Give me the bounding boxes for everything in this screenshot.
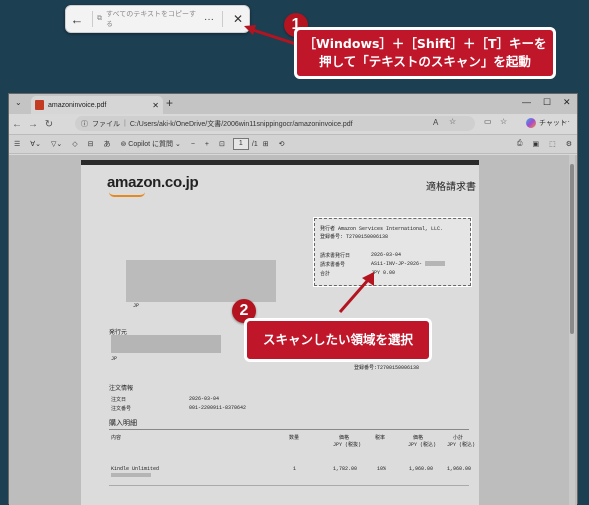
items-divider [109, 429, 469, 430]
invoice-number-redacted [425, 261, 445, 266]
callout-2-text: スキャンしたい領域を選択 [244, 318, 432, 362]
highlight-icon[interactable]: ▽⌄ [46, 140, 67, 148]
pdf-file-icon [35, 100, 44, 110]
copilot-ask-label: Copilot に質問 [128, 141, 173, 148]
total-label: 合計 [320, 271, 331, 277]
callout-2-arrow [338, 272, 374, 313]
new-tab-icon[interactable]: + [166, 96, 173, 110]
collections-icon[interactable]: ☆ [500, 117, 507, 126]
col-header-rate: 税率 [375, 435, 386, 441]
pdf-toolbar: ☰ ∀⌄ ▽⌄ ◇ ⊟ あ ⊚ Copilot に質問 ⌄ − + ⊡ 1 /1… [9, 134, 577, 154]
forward-icon[interactable]: → [25, 119, 41, 130]
scrollbar-thumb[interactable] [570, 164, 574, 334]
callout-1-text: ［Windows］＋［Shift］＋［T］キーを押して「テキストのスキャン」を起… [294, 27, 556, 79]
page-view-icon[interactable]: ⊞ [258, 140, 274, 148]
save-icon[interactable]: ▣ [527, 140, 544, 148]
issue-date-label: 請求書発行日 [320, 253, 351, 259]
window-close-icon[interactable]: ✕ [563, 97, 571, 108]
toolbar-divider [92, 11, 93, 27]
minimize-icon[interactable]: — [522, 97, 531, 107]
copy-icon: ⧉ [97, 15, 102, 22]
read-aloud-icon[interactable]: A [433, 118, 438, 127]
fit-page-icon[interactable]: ⊡ [214, 140, 230, 148]
invoice-number: AS11-INV-JP-2026- [371, 261, 423, 267]
copy-all-text-label: すべてのテキストをコピーする [106, 11, 197, 28]
split-screen-icon[interactable]: ▭ [484, 117, 492, 126]
info-icon: ⓘ [81, 120, 88, 128]
order-number: 001-2200911-8370642 [189, 405, 247, 411]
item-price-tax: 1,960.00 [409, 466, 434, 472]
print-icon[interactable]: ⎙ [512, 140, 528, 148]
col-header-price-tax: 価格 [413, 435, 424, 441]
translate-icon[interactable]: あ [98, 139, 115, 149]
rotate-icon[interactable]: ⟲ [274, 140, 290, 148]
registration-line: 登録番号: T2700150006138 [320, 234, 389, 240]
tab-amazoninvoice[interactable]: amazoninvoice.pdf ✕ [31, 96, 163, 114]
recipient-address-redacted [126, 260, 276, 302]
col-sub-price: JPY (税抜) [333, 442, 362, 448]
col-header-qty: 数量 [289, 435, 300, 441]
issuer-line: 発行者 Amazon Services International, LLC. [320, 226, 444, 232]
copilot-chat-button[interactable]: チャット [526, 118, 567, 128]
item-qty: 1 [293, 466, 297, 472]
contents-icon[interactable]: ☰ [9, 140, 25, 148]
order-date: 2026-03-04 [189, 396, 220, 402]
zoom-in-icon[interactable]: + [200, 141, 214, 148]
col-header-content: 内容 [111, 435, 122, 441]
copilot-ask-button[interactable]: ⊚ Copilot に質問 ⌄ [115, 139, 185, 149]
item-detail-redacted [111, 473, 151, 477]
tab-strip: ⌄ amazoninvoice.pdf ✕ + — ☐ ✕ [9, 94, 577, 114]
save-as-icon[interactable]: ⬚ [544, 140, 561, 148]
copy-all-text-button[interactable]: ⧉ すべてのテキストをコピーする [97, 9, 200, 29]
refresh-icon[interactable]: ↻ [41, 119, 57, 130]
browser-window: ⌄ amazoninvoice.pdf ✕ + — ☐ ✕ ← → ↻ ⓘ ファ… [8, 93, 578, 505]
item-rate: 10% [377, 466, 387, 472]
issue-date: 2026-03-04 [371, 252, 402, 258]
erase-icon[interactable]: ◇ [67, 140, 82, 148]
tab-close-icon[interactable]: ✕ [152, 101, 159, 110]
item-subtotal: 1,960.00 [447, 466, 472, 472]
toolbar-divider [222, 11, 223, 27]
document-title: 適格請求書 [426, 182, 476, 193]
amazon-logo: amazon.co.jp [107, 174, 199, 191]
order-info-heading: 注文情報 [109, 385, 134, 392]
settings-more-icon[interactable]: ··· [562, 117, 570, 126]
row-divider [109, 485, 469, 486]
registration-number-2: 登録番号:T2700150006138 [354, 365, 420, 371]
col-header-price: 価格 [339, 435, 350, 441]
page-number-input[interactable]: 1 [232, 138, 249, 150]
page-header-bar [81, 160, 479, 165]
order-number-label: 注文番号 [111, 406, 132, 412]
more-options-icon[interactable]: ··· [200, 14, 218, 25]
text-scan-toolbar: ← ⧉ すべてのテキストをコピーする ··· ✕ [65, 5, 250, 33]
item-price: 1,782.00 [333, 466, 358, 472]
address-bar[interactable]: ⓘ ファイル | C:/Users/aki-k/OneDrive/文書/2006… [75, 116, 475, 131]
back-icon[interactable]: ← [9, 119, 25, 130]
draw-icon[interactable]: ∀⌄ [25, 140, 46, 148]
invoice-number-label: 請求書番号 [320, 262, 346, 268]
col-header-subtotal: 小計 [453, 435, 464, 441]
order-date-label: 注文日 [111, 397, 127, 403]
tab-menu-chevron-icon[interactable]: ⌄ [15, 98, 22, 107]
add-text-icon[interactable]: ⊟ [83, 140, 99, 148]
maximize-icon[interactable]: ☐ [543, 97, 551, 108]
issuer-address-redacted [111, 335, 221, 353]
amazon-smile-logo [109, 192, 145, 197]
address-prefix: ファイル [92, 120, 120, 128]
address-text: C:/Users/aki-k/OneDrive/文書/2006win11snip… [129, 120, 353, 128]
items-heading: 購入明細 [109, 420, 137, 428]
address-divider: | [124, 120, 126, 127]
col-sub-price-tax: JPY (税込) [408, 442, 437, 448]
copilot-icon [526, 118, 536, 128]
back-arrow-icon[interactable]: ← [66, 12, 88, 27]
pdf-settings-icon[interactable]: ⚙ [561, 140, 577, 148]
favorites-star-icon[interactable]: ☆ [449, 117, 456, 126]
zoom-out-icon[interactable]: − [186, 141, 200, 148]
issuer-country: JP [111, 356, 118, 362]
col-sub-subtotal: JPY (税込) [447, 442, 476, 448]
item-name: Kindle Unlimited [111, 466, 160, 472]
recipient-country: JP [133, 303, 140, 309]
tab-title: amazoninvoice.pdf [48, 101, 107, 109]
